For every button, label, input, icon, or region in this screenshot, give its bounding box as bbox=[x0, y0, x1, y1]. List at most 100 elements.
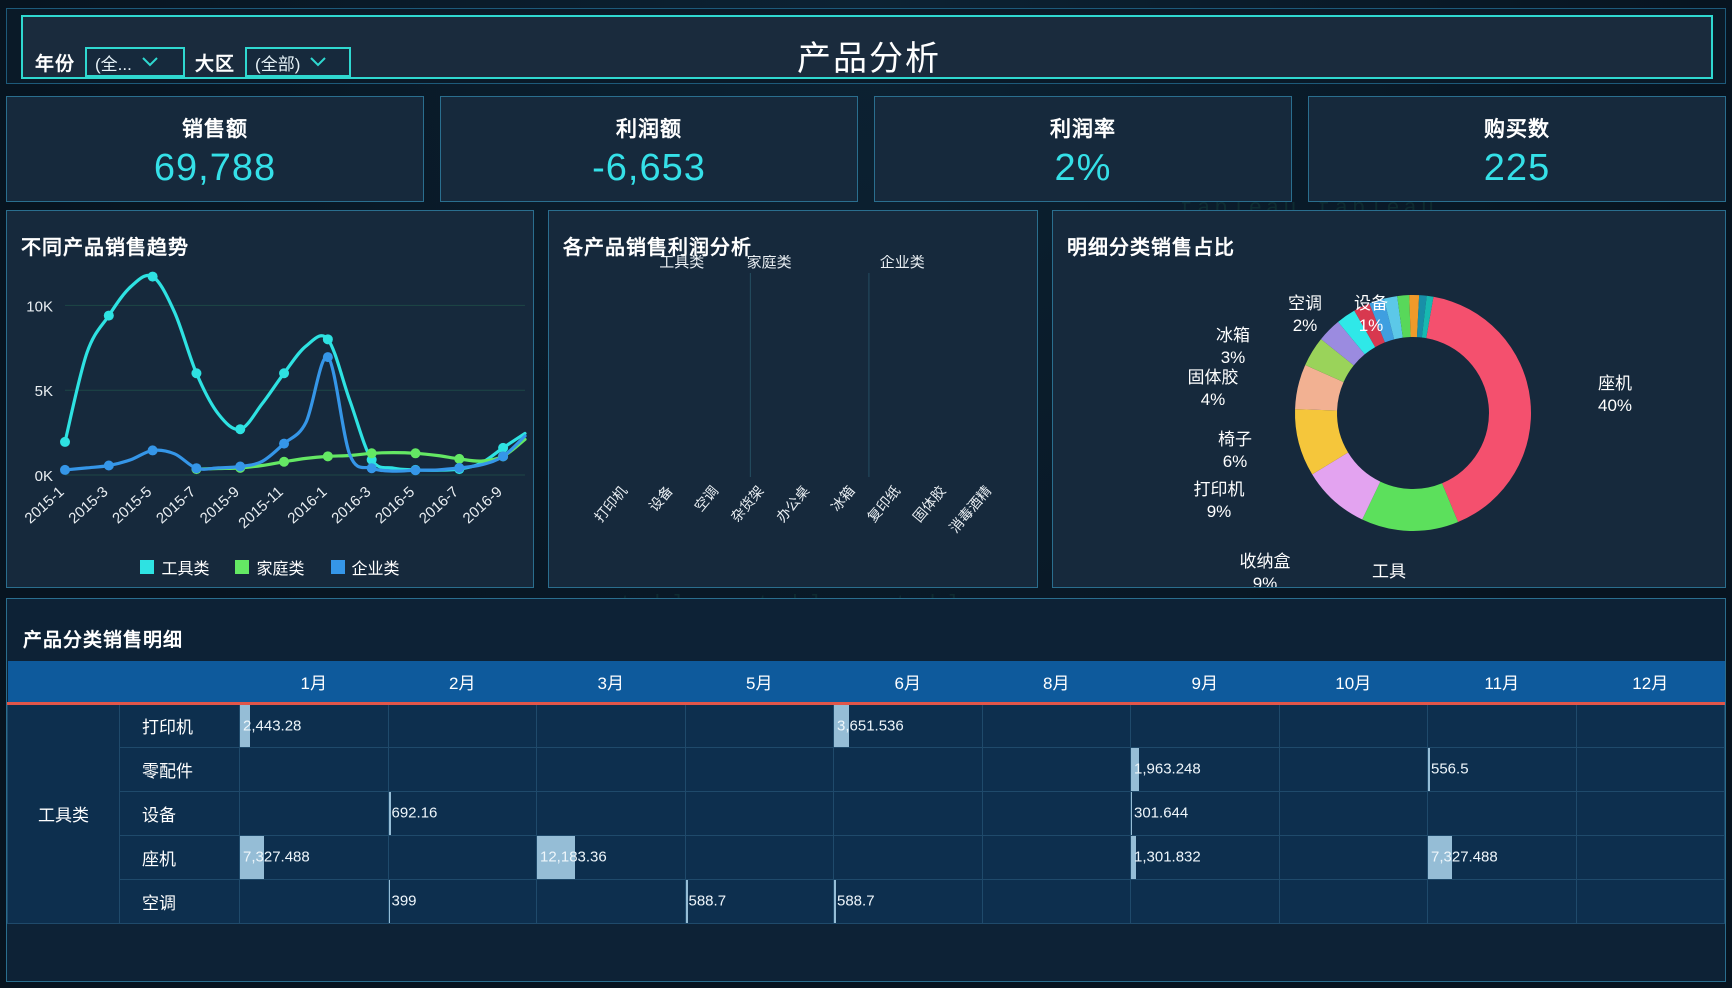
line-data-point[interactable] bbox=[366, 463, 377, 474]
line-data-point[interactable] bbox=[191, 368, 202, 379]
table-data-cell[interactable]: 12,183.36 bbox=[536, 834, 686, 880]
line-data-point[interactable] bbox=[454, 462, 465, 473]
year-filter-select[interactable]: (全... bbox=[85, 47, 186, 77]
legend-item-tools[interactable]: 工具类 bbox=[140, 555, 209, 579]
table-category-cell[interactable]: 工具类 bbox=[7, 702, 120, 924]
table-data-cell[interactable] bbox=[981, 834, 1131, 880]
line-data-point[interactable] bbox=[103, 460, 114, 471]
table-data-cell[interactable] bbox=[536, 790, 686, 836]
table-header-month[interactable]: 2月 bbox=[388, 661, 537, 703]
line-data-point[interactable] bbox=[147, 271, 158, 282]
line-data-point[interactable] bbox=[322, 334, 333, 345]
table-data-cell[interactable] bbox=[239, 790, 389, 836]
table-data-cell[interactable]: 692.16 bbox=[387, 790, 537, 836]
table-data-cell[interactable] bbox=[981, 746, 1131, 792]
table-data-cell[interactable] bbox=[833, 746, 983, 792]
table-header-month[interactable]: 5月 bbox=[685, 661, 834, 703]
table-data-cell[interactable] bbox=[981, 702, 1131, 748]
table-data-cell[interactable] bbox=[239, 746, 389, 792]
table-data-cell[interactable]: 3,651.536 bbox=[833, 702, 983, 748]
line-data-point[interactable] bbox=[60, 436, 70, 447]
table-header-blank[interactable] bbox=[7, 661, 120, 703]
table-data-cell[interactable] bbox=[387, 834, 537, 880]
table-data-cell[interactable] bbox=[1278, 834, 1428, 880]
kpi-card-profit[interactable]: 利润额 -6,653 bbox=[440, 96, 858, 202]
table-data-cell[interactable] bbox=[1575, 702, 1725, 748]
table-data-cell[interactable] bbox=[1575, 878, 1725, 924]
table-data-cell[interactable] bbox=[1130, 702, 1280, 748]
table-header-month[interactable]: 10月 bbox=[1279, 661, 1428, 703]
table-data-cell[interactable]: 7,327.488 bbox=[1427, 834, 1577, 880]
table-data-cell[interactable] bbox=[833, 790, 983, 836]
line-data-point[interactable] bbox=[279, 368, 290, 379]
table-data-cell[interactable] bbox=[387, 746, 537, 792]
table-data-cell[interactable] bbox=[1427, 790, 1577, 836]
kpi-card-sales[interactable]: 销售额 69,788 bbox=[6, 96, 424, 202]
table-data-cell[interactable] bbox=[684, 746, 834, 792]
table-header-month[interactable]: 12月 bbox=[1576, 661, 1725, 703]
table-data-cell[interactable] bbox=[833, 834, 983, 880]
table-data-cell[interactable] bbox=[536, 878, 686, 924]
region-filter-select[interactable]: (全部) bbox=[245, 47, 352, 77]
line-data-point[interactable] bbox=[279, 456, 290, 467]
line-data-point[interactable] bbox=[147, 445, 158, 456]
table-header-month[interactable]: 11月 bbox=[1427, 661, 1576, 703]
line-data-point[interactable] bbox=[322, 451, 333, 462]
table-data-cell[interactable] bbox=[1278, 790, 1428, 836]
line-data-point[interactable] bbox=[366, 448, 377, 459]
table-subcategory-cell[interactable]: 设备 bbox=[119, 790, 240, 836]
line-data-point[interactable] bbox=[410, 448, 421, 459]
kpi-card-profit-rate[interactable]: 利润率 2% bbox=[874, 96, 1292, 202]
table-subcategory-cell[interactable]: 零配件 bbox=[119, 746, 240, 792]
table-data-cell[interactable]: 399 bbox=[387, 878, 537, 924]
table-data-cell[interactable]: 588.7 bbox=[833, 878, 983, 924]
line-data-point[interactable] bbox=[454, 453, 465, 464]
table-data-cell[interactable] bbox=[684, 702, 834, 748]
table-header-month[interactable]: 6月 bbox=[833, 661, 982, 703]
table-data-cell[interactable]: 1,963.248 bbox=[1130, 746, 1280, 792]
table-subcategory-cell[interactable]: 打印机 bbox=[119, 702, 240, 748]
line-data-point[interactable] bbox=[410, 465, 421, 476]
table-data-cell[interactable] bbox=[684, 790, 834, 836]
table-data-cell[interactable]: 7,327.488 bbox=[239, 834, 389, 880]
table-data-cell[interactable]: 301.644 bbox=[1130, 790, 1280, 836]
table-header-blank[interactable] bbox=[119, 661, 240, 703]
table-data-cell[interactable] bbox=[1575, 790, 1725, 836]
table-data-cell[interactable] bbox=[1130, 878, 1280, 924]
line-data-point[interactable] bbox=[103, 310, 114, 321]
detail-table-wrapper[interactable]: 1月 2月 3月 5月 6月 8月 9月 10月 11月 12月 工具类 打印机 2,443.28 3,… bbox=[7, 661, 1725, 924]
table-data-cell[interactable] bbox=[1278, 746, 1428, 792]
table-data-cell[interactable] bbox=[536, 702, 686, 748]
line-data-point[interactable] bbox=[235, 461, 246, 472]
table-data-cell[interactable] bbox=[1575, 746, 1725, 792]
table-data-cell[interactable]: 1,301.832 bbox=[1130, 834, 1280, 880]
table-header-month[interactable]: 8月 bbox=[982, 661, 1131, 703]
table-data-cell[interactable] bbox=[1427, 702, 1577, 748]
table-data-cell[interactable] bbox=[1278, 878, 1428, 924]
table-subcategory-cell[interactable]: 空调 bbox=[119, 878, 240, 924]
table-data-cell[interactable]: 556.5 bbox=[1427, 746, 1577, 792]
legend-item-family[interactable]: 家庭类 bbox=[235, 555, 305, 579]
table-data-cell[interactable] bbox=[981, 790, 1131, 836]
line-chart[interactable]: 0K5K10K2015-12015-32015-52015-72015-9201… bbox=[7, 245, 534, 585]
kpi-card-purchases[interactable]: 购买数 225 bbox=[1308, 96, 1726, 202]
table-data-cell[interactable] bbox=[684, 834, 834, 880]
table-data-cell[interactable] bbox=[239, 878, 389, 924]
line-data-point[interactable] bbox=[191, 463, 202, 474]
table-header-month[interactable]: 9月 bbox=[1130, 661, 1279, 703]
donut-chart[interactable]: 座机 40% 工具 13% 收纳盒 9% 打印机 9% 椅子 6% 固体胶 4% 冰箱 3% 空调 2% 设备 1… bbox=[1053, 247, 1726, 587]
line-data-point[interactable] bbox=[235, 424, 246, 435]
line-data-point[interactable] bbox=[322, 352, 333, 363]
table-data-cell[interactable] bbox=[1278, 702, 1428, 748]
legend-item-enterprise[interactable]: 企业类 bbox=[330, 555, 400, 579]
table-header-month[interactable]: 3月 bbox=[536, 661, 685, 703]
line-data-point[interactable] bbox=[498, 451, 509, 462]
line-data-point[interactable] bbox=[279, 438, 290, 449]
table-data-cell[interactable] bbox=[1427, 878, 1577, 924]
line-data-point[interactable] bbox=[60, 464, 70, 475]
table-data-cell[interactable] bbox=[1575, 834, 1725, 880]
table-data-cell[interactable] bbox=[981, 878, 1131, 924]
bar-chart[interactable]: 0K10K20K工具类家庭类企业类打印机设备空调杂货架办公桌冰箱复印纸固体胶消毒… bbox=[549, 255, 1038, 585]
table-data-cell[interactable]: 588.7 bbox=[684, 878, 834, 924]
table-data-cell[interactable]: 2,443.28 bbox=[239, 702, 389, 748]
